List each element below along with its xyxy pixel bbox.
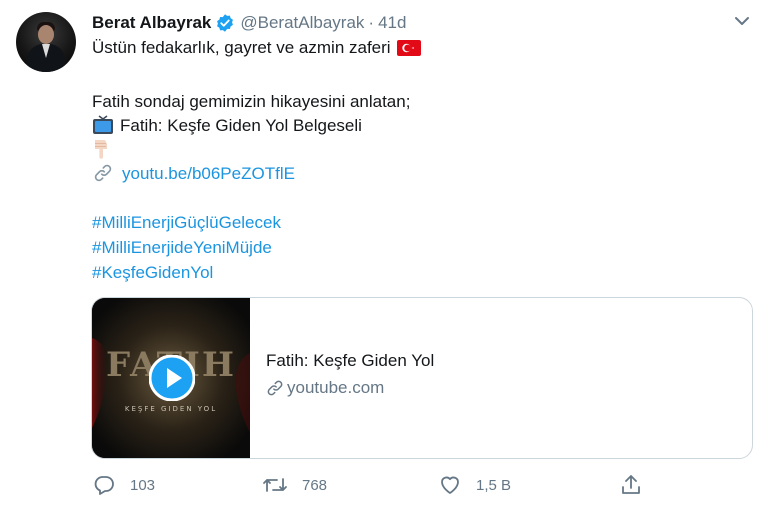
tweet-timestamp[interactable]: 41d [378, 13, 406, 33]
thumbnail-subtitle: KEŞFE GIDEN YOL [125, 405, 217, 413]
tweet-text-line-3: Fatih: Keşfe Giden Yol Belgeseli [92, 115, 362, 137]
share-icon [622, 475, 640, 494]
like-icon [441, 476, 459, 494]
tweet-text-line-3-text: Fatih: Keşfe Giden Yol Belgeseli [120, 116, 362, 135]
retweet-icon [263, 478, 287, 492]
card-domain-row: youtube.com [266, 378, 434, 398]
reply-button[interactable]: 103 [92, 472, 155, 498]
author-avatar[interactable] [16, 12, 76, 72]
tweet-text-line-2: Fatih sondaj gemimizin hikayesini anlata… [92, 92, 411, 111]
tweet-header: Berat Albayrak @BeratAlbayrak · 41d [92, 12, 406, 34]
like-button[interactable]: 1,5 B [438, 472, 511, 498]
video-thumbnail[interactable]: FATIH KEŞFE GIDEN YOL [92, 298, 250, 458]
author-handle[interactable]: @BeratAlbayrak [240, 13, 364, 33]
pointing-down-hand-emoji [92, 137, 114, 159]
tweet-text-line-1: Üstün fedakarlık, gayret ve azmin zaferi [92, 37, 421, 59]
retweet-button[interactable]: 768 [262, 472, 327, 498]
tweet-link-line[interactable]: youtu.be/b06PeZOTflE [92, 163, 295, 185]
reply-count: 103 [130, 476, 156, 494]
chevron-down-icon[interactable] [732, 14, 752, 30]
television-emoji [92, 115, 114, 135]
reply-icon [94, 476, 114, 495]
tweet-actions: 103 768 1,5 B [92, 472, 652, 498]
card-title: Fatih: Keşfe Giden Yol [266, 351, 435, 370]
link-icon [92, 163, 114, 183]
link-preview-card[interactable]: FATIH KEŞFE GIDEN YOL Fatih: Keşfe Giden… [91, 297, 753, 459]
avatar-head [38, 25, 54, 44]
share-button[interactable] [619, 472, 657, 498]
retweet-count: 768 [302, 476, 328, 494]
verified-badge-icon [215, 13, 235, 33]
turkey-flag-emoji [396, 40, 421, 56]
hashtag-2[interactable]: #MilliEnerjideYeniMüjde [92, 237, 272, 259]
tweet-link[interactable]: youtu.be/b06PeZOTflE [122, 164, 295, 183]
card-domain: youtube.com [287, 378, 385, 397]
play-button-icon[interactable] [149, 355, 195, 401]
card-text: Fatih: Keşfe Giden Yol youtube.com [266, 351, 434, 398]
hashtag-3[interactable]: #KeşfeGidenYol [92, 262, 213, 284]
like-count: 1,5 B [476, 476, 512, 494]
hashtag-1[interactable]: #MilliEnerjiGüçlüGelecek [92, 212, 281, 234]
link-icon [267, 380, 283, 396]
header-separator: · [368, 13, 375, 32]
tweet-text-line-1-text: Üstün fedakarlık, gayret ve azmin zaferi [92, 38, 391, 57]
author-name[interactable]: Berat Albayrak [92, 13, 211, 33]
